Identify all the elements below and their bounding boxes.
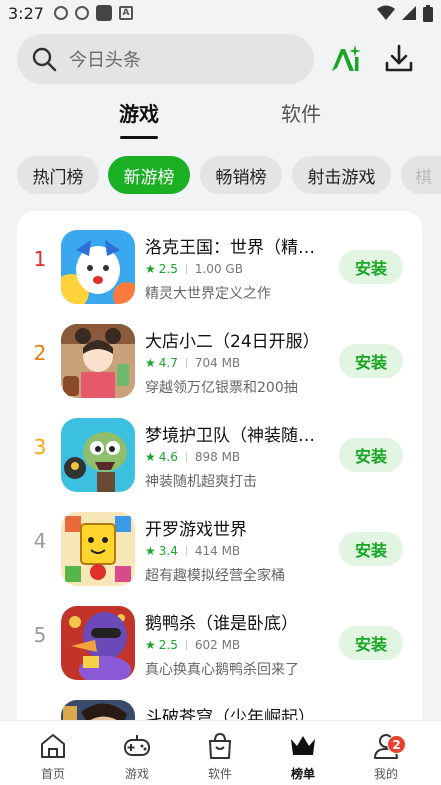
app-name: 洛克王国：世界（精… (145, 238, 315, 258)
app-name: 大店小二（24日开服） (145, 332, 320, 352)
bottom-nav: 首页 游戏 软件 榜单 我的 2 (0, 720, 441, 785)
rank-number: 4 (33, 529, 47, 553)
app-icon (61, 606, 135, 680)
chip-hot[interactable]: 热门榜 (17, 156, 99, 194)
list-item[interactable]: 4 开罗游戏世界 ★ 3.4 414 MB 超有趣模拟经营全家桶 安装 (17, 493, 422, 587)
app-size: 898 MB (194, 450, 241, 464)
app-notification-icon (95, 5, 112, 21)
app-name: 开罗游戏世界 (145, 520, 247, 540)
install-button[interactable]: 安装 (339, 532, 403, 566)
app-rating: 2.5 (158, 262, 178, 276)
app-rating: 4.7 (158, 356, 178, 370)
chip-bestselling[interactable]: 畅销榜 (200, 156, 282, 194)
nav-label: 我的 (373, 767, 398, 781)
nav-games[interactable]: 游戏 (107, 731, 167, 782)
app-rating: 2.5 (158, 638, 178, 652)
search-placeholder: 今日头条 (69, 50, 141, 71)
tab-underline (120, 136, 158, 139)
nav-label: 软件 (207, 767, 232, 781)
rank-number: 1 (33, 247, 47, 271)
star-icon: ★ (145, 262, 156, 276)
app-size: 602 MB (194, 638, 241, 652)
list-item[interactable]: 5 鹅鸭杀（谁是卧底） ★ 2.5 602 MB 真心换真心鹅鸭杀回来了 安装 (17, 587, 422, 681)
install-button[interactable]: 安装 (339, 250, 403, 284)
app-icon (61, 230, 135, 304)
app-description: 真心换真心鹅鸭杀回来了 (145, 662, 299, 678)
list-item[interactable]: 3 梦境护卫队（神装随… ★ 4.6 898 MB 神装随机超爽打击 安装 (17, 399, 422, 493)
app-name: 梦境护卫队（神装随… (145, 426, 315, 446)
install-button[interactable]: 安装 (339, 438, 403, 472)
install-button[interactable]: 安装 (339, 344, 403, 378)
app-icon (61, 418, 135, 492)
app-description: 穿越领万亿银票和200抽 (145, 380, 298, 396)
star-icon: ★ (145, 356, 156, 370)
battery-icon (423, 4, 433, 22)
crown-icon (291, 736, 315, 755)
sync-icon (74, 6, 89, 20)
app-meta: ★ 3.4 414 MB (145, 544, 240, 558)
app-size: 1.00 GB (194, 262, 243, 276)
app-description: 神装随机超爽打击 (145, 474, 257, 490)
app-size: 414 MB (194, 544, 241, 558)
nav-software[interactable]: 软件 (190, 731, 250, 782)
category-chips: 热门榜 新游榜 畅销榜 射击游戏 棋 (17, 156, 441, 196)
search-icon (32, 47, 57, 72)
home-icon (41, 734, 65, 758)
nav-rankings[interactable]: 榜单 (273, 731, 333, 782)
chip-new-games[interactable]: 新游榜 (108, 156, 190, 194)
bag-icon (209, 732, 231, 759)
nav-label: 游戏 (124, 767, 149, 781)
notification-badge: 2 (387, 735, 406, 754)
main-tabs: 游戏 软件 (0, 98, 441, 144)
system-icons (377, 4, 433, 22)
chip-shooting[interactable]: 射击游戏 (292, 156, 391, 194)
divider (185, 264, 187, 274)
nav-mine[interactable]: 我的 2 (356, 731, 416, 782)
download-icon[interactable] (383, 43, 415, 75)
nav-home[interactable]: 首页 (23, 731, 83, 782)
search-input[interactable]: 今日头条 (17, 34, 314, 84)
star-icon: ★ (145, 544, 156, 558)
app-rating: 3.4 (158, 544, 178, 558)
sync-icon (53, 6, 68, 20)
list-item[interactable]: 1 洛克王国：世界（精… ★ 2.5 1.00 GB 精灵大世界定义之作 安装 (17, 211, 422, 305)
star-icon: ★ (145, 450, 156, 464)
app-size: 704 MB (194, 356, 241, 370)
app-name: 鹅鸭杀（谁是卧底） (145, 614, 298, 634)
list-item[interactable]: 2 大店小二（24日开服） ★ 4.7 704 MB 穿越领万亿银票和200抽 … (17, 305, 422, 399)
app-icon (61, 512, 135, 586)
rank-number: 5 (33, 623, 47, 647)
divider (185, 640, 187, 650)
ai-assistant-icon[interactable] (329, 43, 361, 75)
status-bar: 3:27 A (0, 0, 441, 26)
install-button[interactable]: 安装 (339, 626, 403, 660)
rank-number: 3 (33, 435, 47, 459)
chip-chess[interactable]: 棋 (401, 156, 441, 194)
divider (185, 546, 187, 556)
search-row: 今日头条 (17, 34, 427, 84)
nav-label: 首页 (40, 767, 65, 781)
app-rating: 4.6 (158, 450, 178, 464)
signal-icon (402, 6, 416, 20)
divider (185, 452, 187, 462)
app-meta: ★ 4.7 704 MB (145, 356, 240, 370)
nav-label: 榜单 (290, 767, 315, 781)
app-icon (61, 324, 135, 398)
app-description: 超有趣模拟经营全家桶 (145, 568, 285, 584)
gamepad-icon (124, 735, 150, 756)
tab-games[interactable]: 游戏 (119, 98, 159, 127)
tab-software[interactable]: 软件 (281, 98, 321, 127)
wifi-icon (377, 5, 395, 20)
keyboard-a-icon: A (118, 6, 133, 20)
divider (185, 358, 187, 368)
status-time: 3:27 (8, 3, 44, 23)
app-description: 精灵大世界定义之作 (145, 286, 271, 302)
app-meta: ★ 4.6 898 MB (145, 450, 240, 464)
app-meta: ★ 2.5 602 MB (145, 638, 240, 652)
ranking-list: 1 洛克王国：世界（精… ★ 2.5 1.00 GB 精灵大世界定义之作 安装 (17, 211, 422, 751)
star-icon: ★ (145, 638, 156, 652)
app-meta: ★ 2.5 1.00 GB (145, 262, 243, 276)
notification-icons: A (53, 5, 133, 21)
rank-number: 2 (33, 341, 47, 365)
